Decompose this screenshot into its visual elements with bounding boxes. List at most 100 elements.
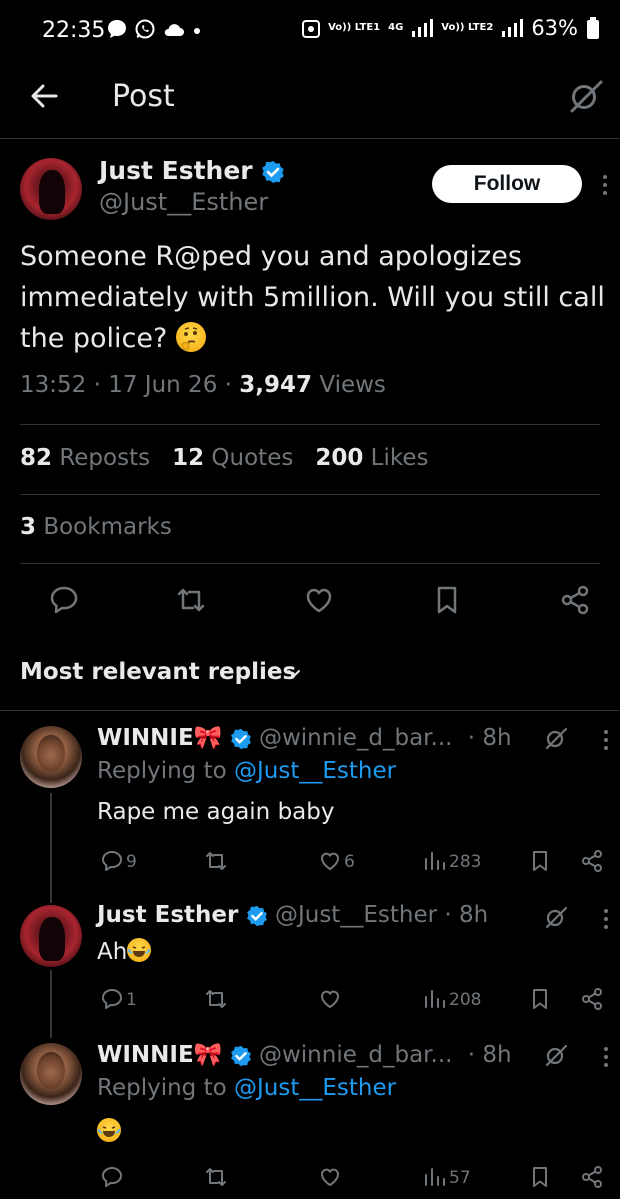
replying-to-link[interactable]: @Just__Esther [234, 758, 396, 784]
post-text: Someone R@ped you and apologizes immedia… [20, 241, 605, 354]
reply-age: · 8h [467, 1042, 512, 1068]
repost-icon[interactable] [204, 1165, 228, 1189]
like-icon[interactable] [303, 584, 335, 616]
like-icon[interactable] [318, 1165, 342, 1189]
repost-icon[interactable] [175, 584, 207, 616]
author-name[interactable]: Just Esther [99, 156, 253, 185]
reply-icon[interactable] [100, 987, 124, 1011]
author-avatar[interactable] [20, 158, 82, 220]
post-stats: 82 Reposts 12 Quotes 200 Likes [20, 445, 429, 471]
replying-to-link[interactable]: @Just__Esther [234, 1075, 396, 1101]
tears-of-joy-emoji [97, 1118, 121, 1142]
grok-icon[interactable] [568, 78, 604, 114]
bookmark-icon[interactable] [528, 987, 552, 1011]
repost-icon[interactable] [204, 987, 228, 1011]
chevron-down-icon[interactable] [286, 666, 302, 682]
reply-header: WINNIE🎀 @winnie_d_bar... · 8h [97, 724, 512, 751]
follow-button[interactable]: Follow [432, 165, 582, 203]
reply-icon[interactable] [100, 1165, 124, 1189]
views-label: Views [319, 372, 386, 398]
verified-badge-icon [230, 1045, 251, 1066]
repost-icon[interactable] [204, 849, 228, 873]
replying-to-label: Replying to [97, 1075, 227, 1101]
quotes-stat[interactable]: 12 Quotes [172, 445, 293, 471]
views-count: 208 [449, 990, 482, 1010]
share-icon[interactable] [559, 584, 591, 616]
more-options-icon[interactable] [603, 1047, 609, 1071]
network-4g: 4G [388, 22, 404, 33]
sort-replies-dropdown[interactable]: Most relevant replies [20, 659, 296, 685]
share-icon[interactable] [580, 849, 604, 873]
thread-line [50, 970, 52, 1038]
bookmark-icon[interactable] [528, 1165, 552, 1189]
post-date: 17 Jun 26 [108, 372, 218, 398]
bookmark-icon[interactable] [431, 584, 463, 616]
views-count: 283 [449, 852, 482, 872]
alarm-icon [302, 20, 321, 38]
reply-age: · 8h [444, 902, 489, 928]
views-icon[interactable] [422, 987, 446, 1011]
battery-icon [587, 17, 599, 39]
author-handle[interactable]: @Just__Esther [99, 188, 268, 216]
grok-icon[interactable] [544, 1043, 568, 1067]
views-icon[interactable] [422, 849, 446, 873]
reply-age: · 8h [467, 725, 512, 751]
signal-bars-icon [412, 19, 434, 37]
tears-of-joy-emoji [127, 938, 152, 962]
reply-text: Ah [97, 939, 128, 965]
verified-badge-icon [230, 728, 251, 749]
like-icon[interactable] [318, 987, 342, 1011]
reposts-stat[interactable]: 82 Reposts [20, 445, 150, 471]
bookmarks-divider [20, 563, 600, 564]
reply-author-name[interactable]: WINNIE [97, 725, 194, 751]
grok-icon[interactable] [544, 905, 568, 929]
clock: 22:35 [42, 18, 106, 43]
meta-divider [20, 424, 600, 425]
network-lte1: Vo)) LTE1 [328, 22, 381, 33]
verified-badge-icon [246, 905, 267, 926]
reply-avatar[interactable] [20, 726, 82, 788]
more-options-icon[interactable] [602, 175, 608, 199]
bow-emoji: 🎀 [193, 1042, 223, 1068]
sort-divider [0, 710, 620, 711]
reply-author-name[interactable]: WINNIE [97, 1042, 194, 1068]
thinking-face-emoji [175, 322, 206, 352]
reply-text: Rape me again baby [97, 799, 335, 825]
like-icon[interactable] [318, 849, 342, 873]
views-count: 3,947 [239, 372, 313, 398]
reply-icon[interactable] [48, 584, 80, 616]
reply-author-handle[interactable]: @winnie_d_bar... [259, 725, 452, 751]
more-options-icon[interactable] [603, 730, 609, 754]
share-icon[interactable] [580, 1165, 604, 1189]
reply-author-handle[interactable]: @Just__Esther [275, 902, 437, 928]
reply-avatar[interactable] [20, 1043, 82, 1105]
reply-avatar[interactable] [20, 905, 82, 967]
reply-author-handle[interactable]: @winnie_d_bar... [259, 1042, 452, 1068]
more-options-icon[interactable] [603, 909, 609, 933]
reply-count: 1 [126, 990, 137, 1010]
status-bar: 22:35 Vo)) LTE1 4G Vo)) LTE2 63% [0, 0, 620, 62]
likes-stat[interactable]: 200 Likes [315, 445, 428, 471]
bookmark-icon[interactable] [528, 849, 552, 873]
reply-header: WINNIE🎀 @winnie_d_bar... · 8h [97, 1041, 512, 1068]
share-icon[interactable] [580, 987, 604, 1011]
whatsapp-icon [135, 19, 155, 39]
thread-line [50, 793, 52, 903]
reply-author-name[interactable]: Just Esther [97, 902, 238, 928]
verified-badge-icon [261, 161, 284, 183]
views-icon[interactable] [422, 1165, 446, 1189]
reply-icon[interactable] [100, 849, 124, 873]
bow-emoji: 🎀 [193, 725, 223, 751]
battery-percent: 63% [531, 16, 578, 40]
bookmarks-stat[interactable]: 3 Bookmarks [20, 514, 172, 540]
back-arrow-icon[interactable] [28, 80, 60, 112]
message-icon [108, 20, 126, 38]
cloud-icon [164, 24, 184, 36]
post-meta: 13:52 · 17 Jun 26 · 3,947 Views [20, 372, 386, 398]
grok-icon[interactable] [544, 726, 568, 750]
post-time: 13:52 [20, 372, 87, 398]
signal-bars-icon [502, 19, 524, 37]
like-count: 6 [344, 852, 355, 872]
reply-count: 9 [126, 852, 137, 872]
views-count: 57 [449, 1168, 471, 1188]
